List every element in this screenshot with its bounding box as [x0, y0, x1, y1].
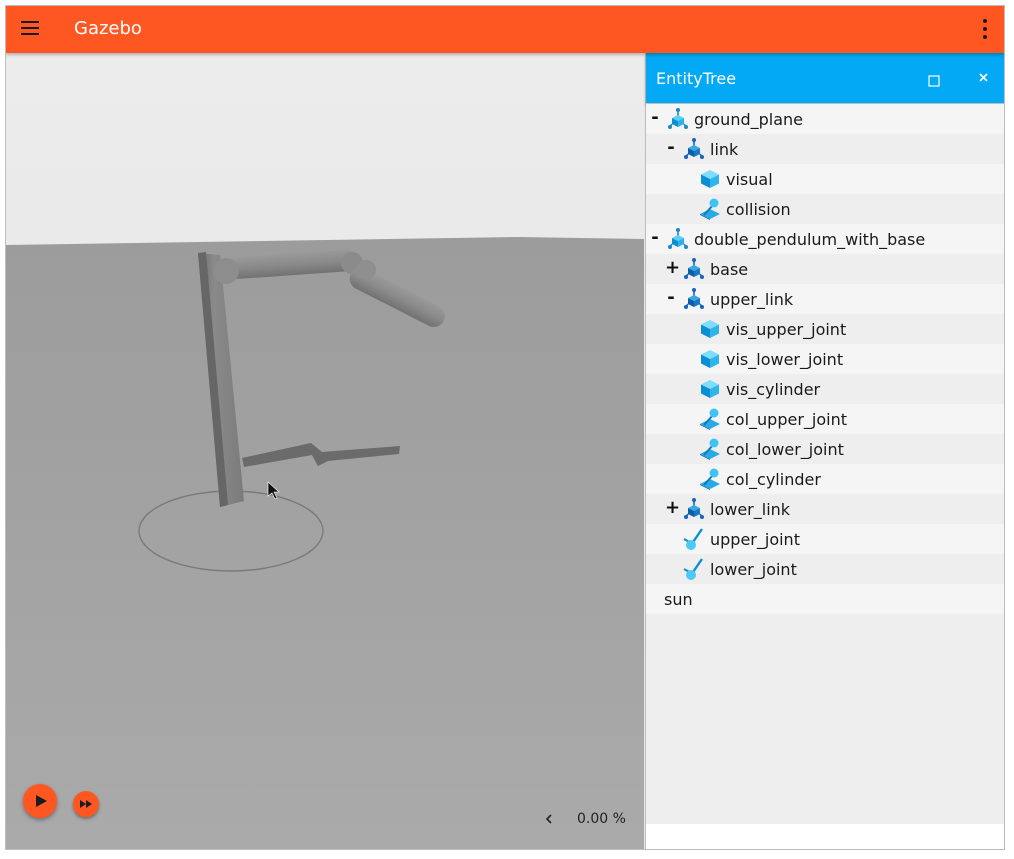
tree-item-label: collision: [726, 200, 791, 219]
tree-item-vis-upper-joint[interactable]: vis_upper_joint: [646, 314, 1004, 344]
tree-item-label: lower_joint: [710, 560, 797, 579]
model-icon: [666, 227, 690, 251]
tree-item-lower-link[interactable]: + lower_link: [646, 494, 1004, 524]
tree-item-double-pendulum-with-base[interactable]: - double_pendulum_with_base: [646, 224, 1004, 254]
tree-item-lower-joint[interactable]: lower_joint: [646, 554, 1004, 584]
tree-item-vis-cylinder[interactable]: vis_cylinder: [646, 374, 1004, 404]
tree-item-label: sun: [664, 590, 693, 609]
panel-title: EntityTree: [656, 69, 737, 88]
expand-toggle[interactable]: +: [665, 258, 680, 278]
tree-item-label: lower_link: [710, 500, 791, 519]
tree-item-label: col_lower_joint: [726, 440, 844, 459]
tree-item-label: vis_lower_joint: [726, 350, 844, 369]
joint-icon: [682, 557, 706, 581]
visual-icon: [698, 377, 722, 401]
play-button[interactable]: [23, 784, 57, 818]
collapse-toggle[interactable]: -: [665, 138, 677, 158]
tree-item-upper-link[interactable]: - upper_link: [646, 284, 1004, 314]
visual-icon: [698, 167, 722, 191]
tree-item-upper-joint[interactable]: upper_joint: [646, 524, 1004, 554]
hamburger-icon[interactable]: [21, 21, 39, 35]
visual-icon: [698, 317, 722, 341]
tree-item-base[interactable]: + base: [646, 254, 1004, 284]
top-app-bar: Gazebo: [6, 6, 1004, 53]
collision-icon: [698, 437, 722, 461]
tree-item-visual[interactable]: visual: [646, 164, 1004, 194]
panel-footer: [646, 824, 1004, 849]
tree-item-link[interactable]: - link: [646, 134, 1004, 164]
tree-item-label: vis_cylinder: [726, 380, 821, 399]
tree-item-label: col_upper_joint: [726, 410, 847, 429]
tree-item-label: col_cylinder: [726, 470, 821, 489]
tree-item-label: upper_joint: [710, 530, 800, 549]
link-icon: [682, 497, 706, 521]
collision-icon: [698, 407, 722, 431]
tree-item-label: link: [710, 140, 739, 159]
collision-icon: [698, 467, 722, 491]
entity-tree-header: EntityTree: [646, 53, 1004, 103]
collapse-toggle[interactable]: -: [665, 288, 677, 308]
tree-item-sun[interactable]: sun: [646, 584, 1004, 614]
tree-item-label: visual: [726, 170, 773, 189]
visual-icon: [698, 347, 722, 371]
scene-render: [6, 53, 644, 849]
gazebo-window: Gazebo 0.00 % EntityTree - ground_plane …: [5, 5, 1005, 850]
tree-item-col-upper-joint[interactable]: col_upper_joint: [646, 404, 1004, 434]
tree-item-label: double_pendulum_with_base: [694, 230, 926, 249]
tree-item-label: base: [710, 260, 749, 279]
tree-item-label: ground_plane: [694, 110, 803, 129]
play-icon: [36, 795, 47, 807]
fast-forward-icon: [80, 800, 92, 808]
close-icon[interactable]: [977, 69, 991, 85]
tree-item-col-lower-joint[interactable]: col_lower_joint: [646, 434, 1004, 464]
scene-3d-viewport[interactable]: 0.00 %: [6, 53, 644, 849]
model-icon: [666, 107, 690, 131]
link-icon: [682, 257, 706, 281]
tree-item-vis-lower-joint[interactable]: vis_lower_joint: [646, 344, 1004, 374]
entity-tree: - ground_plane - link visual collision - double…: [646, 104, 1004, 614]
chevron-left-icon[interactable]: [542, 811, 556, 827]
tree-item-ground-plane[interactable]: - ground_plane: [646, 104, 1004, 134]
link-icon: [682, 287, 706, 311]
tree-item-col-cylinder[interactable]: col_cylinder: [646, 464, 1004, 494]
app-title: Gazebo: [74, 18, 142, 39]
more-vert-icon[interactable]: [982, 19, 988, 39]
maximize-icon[interactable]: [928, 72, 940, 87]
step-button[interactable]: [73, 791, 99, 817]
tree-item-collision[interactable]: collision: [646, 194, 1004, 224]
joint-icon: [682, 527, 706, 551]
entity-tree-panel: EntityTree - ground_plane - link visual colli…: [645, 53, 1004, 849]
collapse-toggle[interactable]: -: [649, 108, 661, 128]
link-icon: [682, 137, 706, 161]
real-time-factor: 0.00 %: [577, 811, 626, 827]
expand-toggle[interactable]: +: [665, 498, 680, 518]
collision-icon: [698, 197, 722, 221]
tree-item-label: upper_link: [710, 290, 794, 309]
collapse-toggle[interactable]: -: [649, 228, 661, 248]
tree-item-label: vis_upper_joint: [726, 320, 847, 339]
